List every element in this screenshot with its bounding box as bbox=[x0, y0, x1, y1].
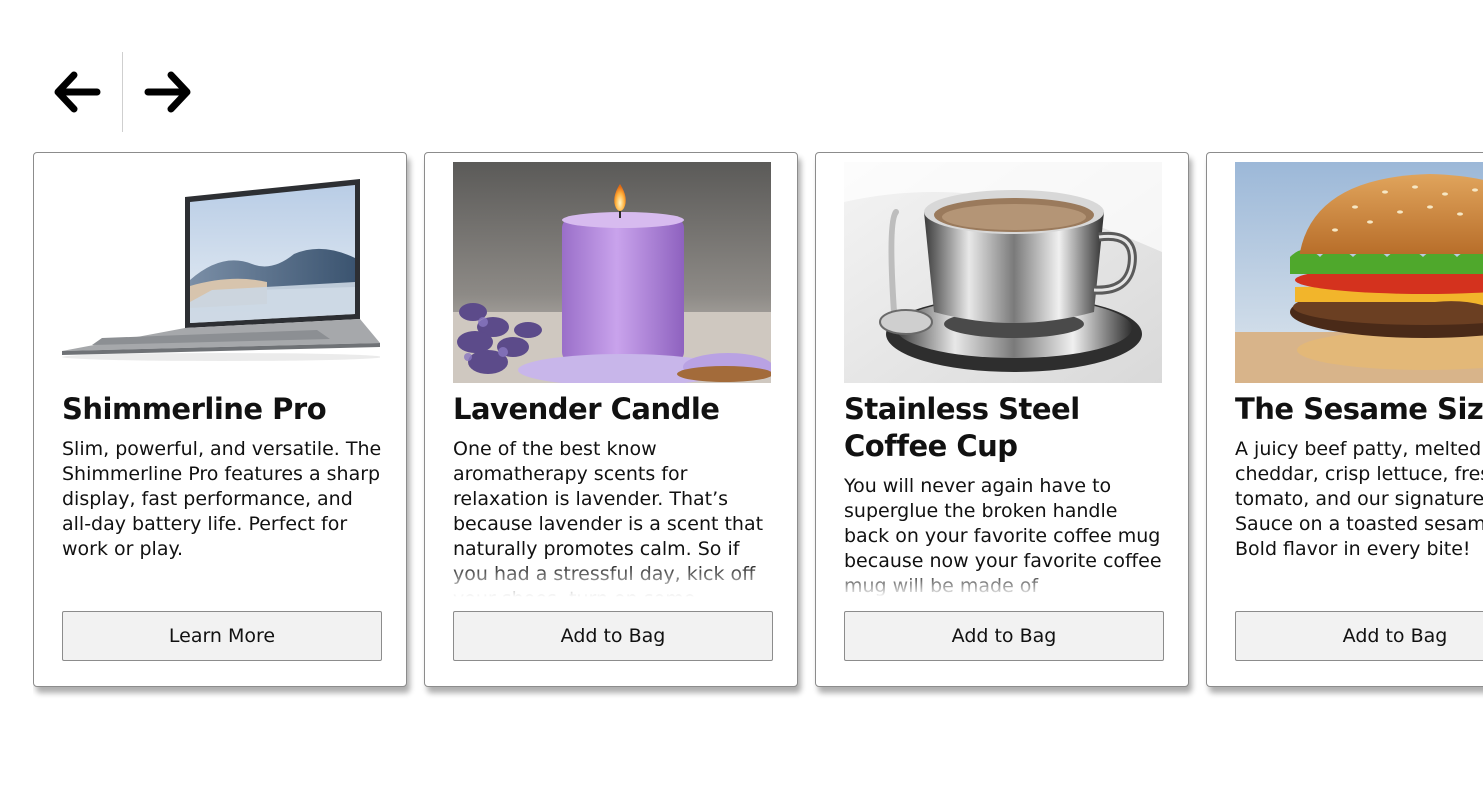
product-title: The Sesame Sizzle bbox=[1235, 392, 1483, 426]
next-button[interactable] bbox=[143, 52, 193, 132]
nav-divider bbox=[122, 52, 123, 132]
carousel-track: Shimmerline Pro Slim, powerful, and vers… bbox=[33, 152, 1483, 687]
arrow-left-icon bbox=[54, 71, 101, 113]
previous-button[interactable] bbox=[52, 52, 102, 132]
product-title: Stainless Steel Coffee Cup bbox=[844, 392, 1080, 463]
product-card: The Sesame Sizzle A juicy beef patty, me… bbox=[1206, 152, 1483, 687]
product-carousel: Shimmerline Pro Slim, powerful, and vers… bbox=[33, 152, 1483, 712]
add-to-bag-button[interactable]: Add to Bag bbox=[1235, 611, 1483, 661]
product-title: Lavender Candle bbox=[453, 392, 720, 426]
learn-more-button[interactable]: Learn More bbox=[62, 611, 382, 661]
carousel-nav bbox=[52, 52, 193, 132]
add-to-bag-button[interactable]: Add to Bag bbox=[844, 611, 1164, 661]
product-card: Lavender Candle One of the best know aro… bbox=[424, 152, 798, 687]
add-to-bag-button[interactable]: Add to Bag bbox=[453, 611, 773, 661]
product-description: You will never again have to superglue t… bbox=[844, 475, 1162, 597]
arrow-right-icon bbox=[144, 71, 191, 113]
product-description: Slim, powerful, and versatile. The Shimm… bbox=[62, 438, 382, 560]
candle-image bbox=[453, 162, 771, 383]
product-title: Shimmerline Pro bbox=[62, 392, 327, 426]
laptop-image bbox=[62, 162, 380, 383]
coffee-cup-image bbox=[844, 162, 1162, 383]
burger-image bbox=[1235, 162, 1483, 383]
product-description: A juicy beef patty, melted cheddar, cris… bbox=[1235, 438, 1483, 560]
product-description: One of the best know aromatherapy scents… bbox=[453, 438, 764, 597]
product-card: Stainless Steel Coffee Cup You will neve… bbox=[815, 152, 1189, 687]
product-card: Shimmerline Pro Slim, powerful, and vers… bbox=[33, 152, 407, 687]
